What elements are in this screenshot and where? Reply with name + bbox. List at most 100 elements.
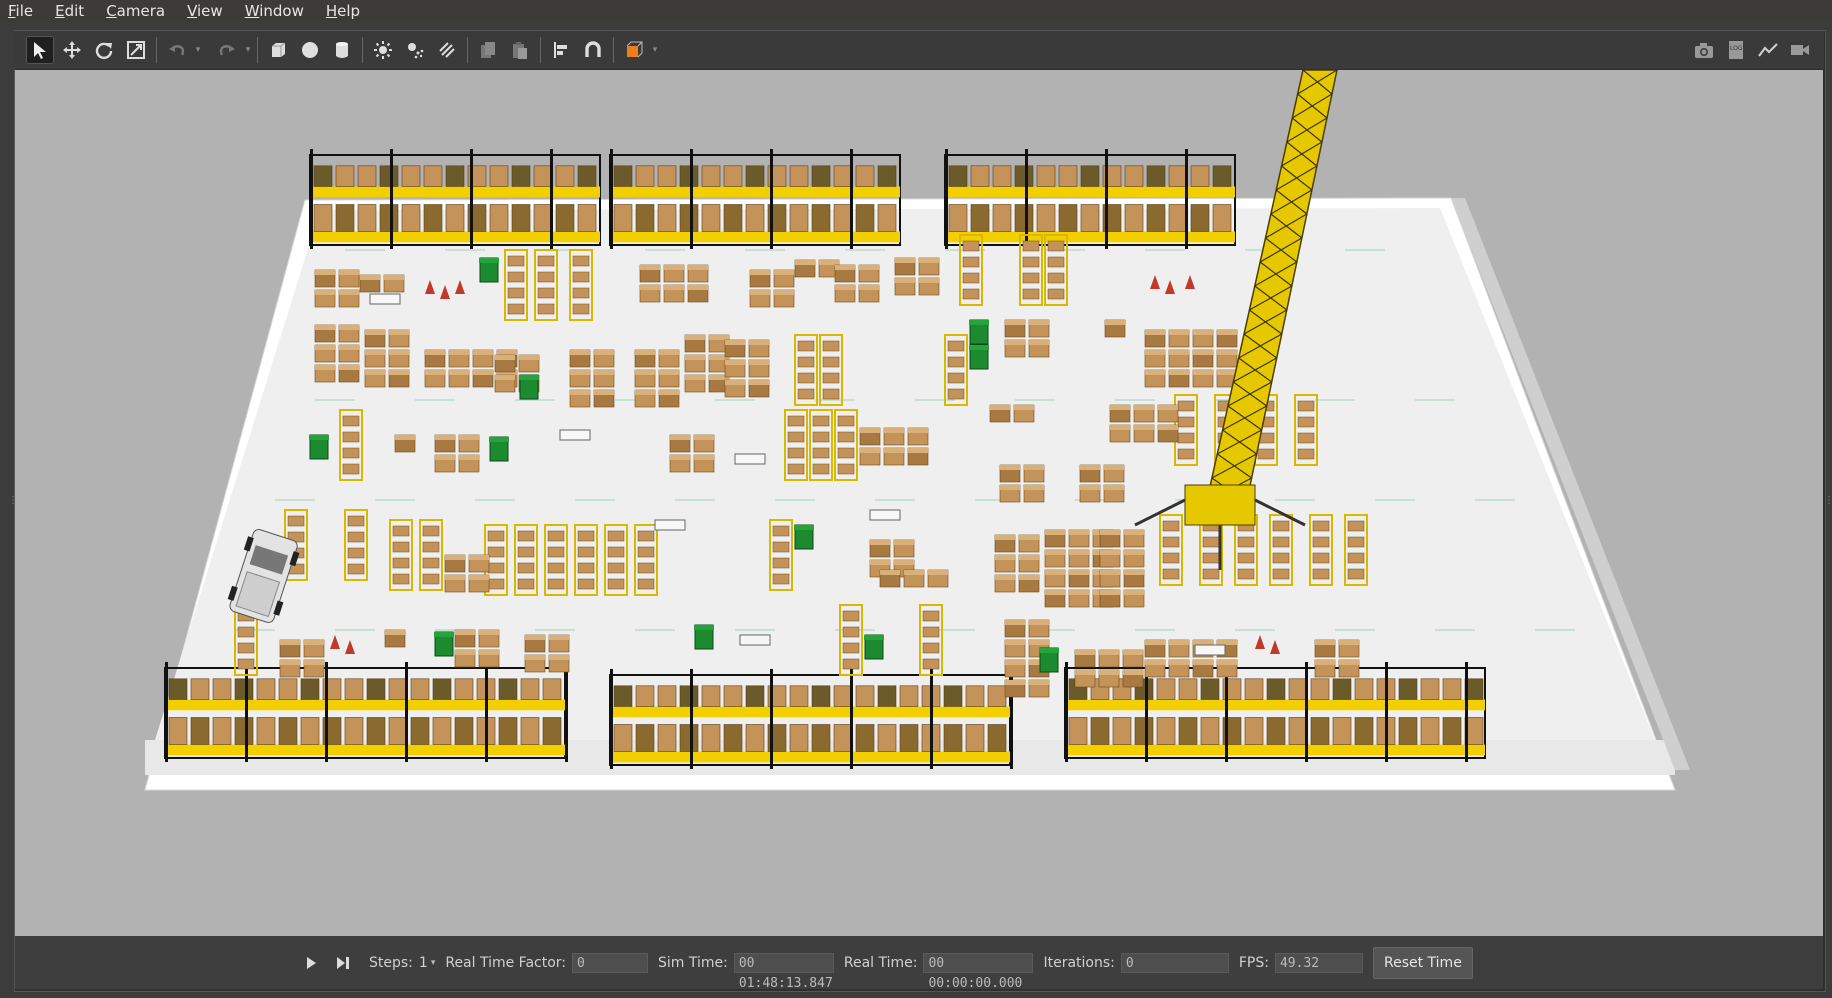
align-icon bbox=[554, 42, 567, 58]
view-angle-button[interactable] bbox=[620, 36, 648, 64]
green-bin bbox=[969, 319, 989, 345]
box-shape-icon bbox=[272, 42, 286, 57]
sphere-shape-icon bbox=[302, 42, 318, 58]
point-light-icon bbox=[374, 41, 392, 59]
rtf-label: Real Time Factor: bbox=[445, 954, 567, 971]
plot-button[interactable] bbox=[1754, 36, 1782, 64]
svg-text:LOG: LOG bbox=[1730, 45, 1743, 52]
green-bin bbox=[794, 524, 814, 550]
select-arrow-icon bbox=[34, 42, 46, 59]
rotate-mode-button[interactable] bbox=[90, 36, 118, 64]
work-table bbox=[734, 453, 766, 465]
scale-mode-button[interactable] bbox=[122, 36, 150, 64]
insert-box-button[interactable] bbox=[264, 36, 292, 64]
video-record-button[interactable] bbox=[1786, 36, 1814, 64]
green-bin bbox=[694, 624, 714, 650]
copy-icon bbox=[481, 42, 495, 58]
box-stack bbox=[384, 629, 406, 648]
step-button[interactable] bbox=[329, 949, 357, 977]
work-table bbox=[869, 509, 901, 521]
fps-field: 49.32 bbox=[1274, 952, 1363, 973]
translate-icon bbox=[63, 41, 81, 59]
play-button[interactable] bbox=[297, 949, 325, 977]
reset-time-button[interactable]: Reset Time bbox=[1372, 946, 1473, 979]
menu-file[interactable]: File bbox=[8, 2, 33, 20]
menu-help[interactable]: Help bbox=[326, 2, 360, 20]
snap-icon bbox=[585, 41, 601, 57]
green-bin bbox=[519, 374, 539, 400]
work-table bbox=[369, 293, 401, 305]
undo-button[interactable] bbox=[163, 36, 191, 64]
undo-history-dropdown[interactable]: ▾ bbox=[193, 45, 203, 55]
box-stack bbox=[1104, 319, 1126, 338]
real-time-label: Real Time: bbox=[843, 954, 918, 971]
directional-light-icon bbox=[439, 42, 455, 58]
log-icon: LOG bbox=[1729, 41, 1743, 59]
log-button[interactable]: LOG bbox=[1722, 36, 1750, 64]
work-table bbox=[559, 429, 591, 441]
menu-camera[interactable]: Camera bbox=[106, 2, 165, 20]
green-bin bbox=[309, 434, 329, 460]
redo-history-dropdown[interactable]: ▾ bbox=[243, 45, 253, 55]
copy-button[interactable] bbox=[474, 36, 502, 64]
iterations-field: 0 bbox=[1120, 952, 1229, 973]
snap-button[interactable] bbox=[579, 36, 607, 64]
menu-edit[interactable]: Edit bbox=[55, 2, 84, 20]
work-table bbox=[654, 519, 686, 531]
sim-time-field: 00 01:48:13.847 bbox=[733, 952, 834, 991]
spot-light-icon bbox=[408, 43, 424, 59]
3d-viewport[interactable] bbox=[15, 70, 1823, 936]
work-table bbox=[1194, 644, 1226, 656]
steps-spinbox[interactable]: 1 ▾ bbox=[419, 955, 435, 971]
fps-label: FPS: bbox=[1238, 954, 1269, 971]
rotate-icon bbox=[95, 42, 113, 60]
redo-icon bbox=[219, 45, 235, 56]
view-angle-icon bbox=[626, 41, 643, 58]
menu-window[interactable]: Window bbox=[245, 2, 304, 20]
green-bin bbox=[489, 436, 509, 462]
real-time-field: 00 00:00:00.000 bbox=[923, 952, 1034, 991]
steps-label: Steps: bbox=[369, 954, 413, 971]
green-bin bbox=[864, 634, 884, 660]
box-stack bbox=[394, 434, 416, 453]
right-panel-handle[interactable]: ⋮ bbox=[1824, 495, 1832, 513]
insert-directional-light-button[interactable] bbox=[433, 36, 461, 64]
back-shelf-rack bbox=[309, 149, 601, 249]
left-panel-handle[interactable]: ⋮ bbox=[8, 495, 18, 513]
video-record-icon bbox=[1791, 45, 1809, 55]
green-bin bbox=[1039, 647, 1059, 673]
undo-icon bbox=[169, 45, 185, 56]
play-icon bbox=[307, 956, 316, 969]
step-forward-icon bbox=[337, 956, 349, 969]
insert-cylinder-button[interactable] bbox=[328, 36, 356, 64]
iterations-label: Iterations: bbox=[1043, 954, 1115, 971]
work-table bbox=[739, 634, 771, 646]
steps-dropdown-icon: ▾ bbox=[430, 957, 436, 968]
plot-icon bbox=[1758, 43, 1778, 57]
align-button[interactable] bbox=[547, 36, 575, 64]
menu-view[interactable]: View bbox=[187, 2, 223, 20]
sim-time-label: Sim Time: bbox=[658, 954, 728, 971]
rtf-value-field: 0 bbox=[572, 952, 649, 973]
paste-button[interactable] bbox=[506, 36, 534, 64]
insert-sphere-button[interactable] bbox=[296, 36, 324, 64]
screenshot-icon bbox=[1695, 43, 1713, 58]
scale-icon bbox=[127, 41, 145, 59]
screenshot-button[interactable] bbox=[1690, 36, 1718, 64]
green-bin bbox=[969, 344, 989, 370]
steps-value: 1 bbox=[418, 954, 428, 971]
select-mode-button[interactable] bbox=[26, 36, 54, 64]
cylinder-shape-icon bbox=[336, 42, 348, 58]
box-stack bbox=[879, 569, 949, 588]
insert-spot-light-button[interactable] bbox=[401, 36, 429, 64]
redo-button[interactable] bbox=[213, 36, 241, 64]
warehouse-scene bbox=[144, 70, 1690, 791]
simulation-status-bar: Steps: 1 ▾ Real Time Factor: 0 Sim Time:… bbox=[15, 936, 1823, 991]
green-bin bbox=[434, 631, 454, 657]
insert-point-light-button[interactable] bbox=[369, 36, 397, 64]
paste-icon bbox=[513, 42, 527, 59]
view-angle-dropdown[interactable]: ▾ bbox=[650, 45, 660, 55]
green-bin bbox=[479, 257, 499, 283]
translate-mode-button[interactable] bbox=[58, 36, 86, 64]
toolbar: ▾ ▾ ▾ LOG bbox=[14, 31, 1824, 69]
